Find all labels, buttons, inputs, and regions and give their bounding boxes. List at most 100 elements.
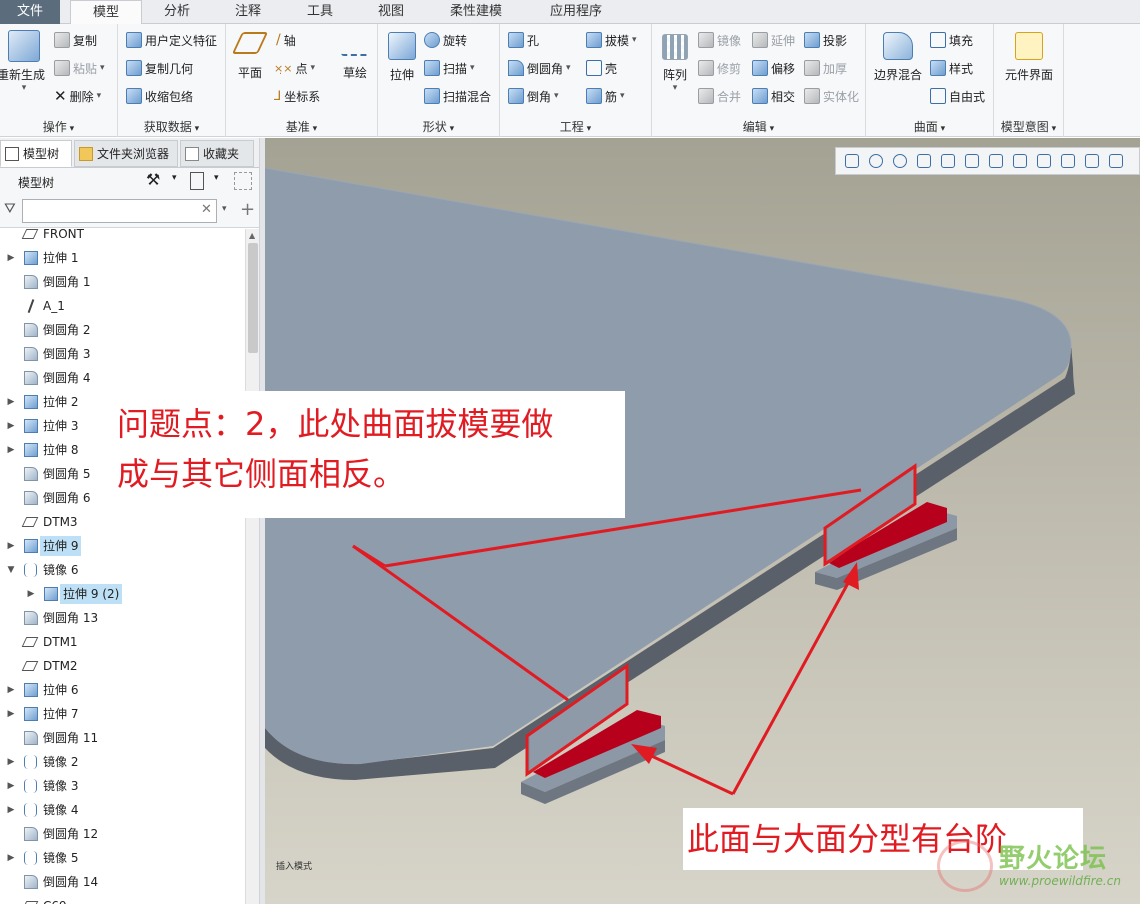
tab-annotate[interactable]: 注释 bbox=[212, 0, 284, 24]
tree-item[interactable]: ▶ 镜像 2 bbox=[0, 750, 245, 774]
tree-item[interactable]: 倒圆角 12 bbox=[0, 822, 245, 846]
tree-item[interactable]: ▶ 镜像 4 bbox=[0, 798, 245, 822]
tree-item[interactable]: 倒圆角 11 bbox=[0, 726, 245, 750]
tree-item[interactable]: 倒圆角 2 bbox=[0, 318, 245, 342]
tab-applications[interactable]: 应用程序 bbox=[526, 0, 626, 24]
swept-blend-button[interactable]: 扫描混合 bbox=[424, 86, 491, 106]
boundary-blend-button[interactable]: 边界混合 bbox=[870, 32, 926, 83]
group-label-shapes[interactable]: 形状 bbox=[378, 118, 499, 135]
tab-model-tree[interactable]: 模型树 bbox=[0, 140, 72, 167]
perspective-icon[interactable] bbox=[1010, 151, 1030, 171]
group-label-surfaces[interactable]: 曲面 bbox=[866, 118, 993, 135]
tree-item[interactable]: ▶ 拉伸 7 bbox=[0, 702, 245, 726]
group-label-operations[interactable]: 操作 bbox=[0, 118, 117, 135]
intersect-button[interactable]: 相交 bbox=[752, 86, 795, 106]
scrollbar-thumb[interactable] bbox=[248, 243, 258, 353]
tree-item[interactable]: 倒圆角 3 bbox=[0, 342, 245, 366]
style-button[interactable]: 样式 bbox=[930, 58, 973, 78]
show-icon[interactable] bbox=[190, 172, 204, 190]
model-tree-scrollbar[interactable]: ▲ bbox=[245, 229, 259, 904]
tree-item[interactable]: ▶ 镜像 5 bbox=[0, 846, 245, 870]
expand-icon[interactable]: ▶ bbox=[6, 846, 16, 870]
filter-dropdown-icon[interactable]: ▾ bbox=[222, 204, 227, 214]
tree-item[interactable]: A_1 bbox=[0, 294, 245, 318]
paste-button[interactable]: 粘贴 ▾ bbox=[54, 58, 105, 78]
shell-button[interactable]: 壳 bbox=[586, 58, 617, 78]
tree-item[interactable]: C69 bbox=[0, 894, 245, 904]
offset-button[interactable]: 偏移 bbox=[752, 58, 795, 78]
show-dropdown-icon[interactable]: ▾ bbox=[214, 173, 219, 183]
regenerate-button[interactable]: 重新生成 ▾ bbox=[0, 30, 48, 93]
expand-icon[interactable]: ▶ bbox=[6, 774, 16, 798]
udf-button[interactable]: 用户定义特征 bbox=[126, 30, 217, 50]
tab-favorites[interactable]: 收藏夹 bbox=[180, 140, 254, 167]
freestyle-button[interactable]: 自由式 bbox=[930, 86, 985, 106]
tree-filter-icon[interactable] bbox=[234, 172, 252, 190]
thicken-button[interactable]: 加厚 bbox=[804, 58, 847, 78]
copy-button[interactable]: 复制 bbox=[54, 30, 97, 50]
search-input[interactable] bbox=[22, 199, 217, 223]
component-interface-button[interactable]: 元件界面 bbox=[998, 32, 1060, 83]
tree-item[interactable]: 倒圆角 14 bbox=[0, 870, 245, 894]
scroll-up-icon[interactable]: ▲ bbox=[249, 231, 255, 240]
revolve-button[interactable]: 旋转 bbox=[424, 30, 467, 50]
spin-center-icon[interactable] bbox=[1106, 151, 1126, 171]
fill-button[interactable]: 填充 bbox=[930, 30, 973, 50]
tree-item[interactable]: ▶ 拉伸 1 bbox=[0, 246, 245, 270]
tree-item[interactable]: 倒圆角 13 bbox=[0, 606, 245, 630]
tab-tools[interactable]: 工具 bbox=[284, 0, 356, 24]
draft-button[interactable]: 拔模 ▾ bbox=[586, 30, 637, 50]
expand-icon[interactable]: ▶ bbox=[6, 678, 16, 702]
trim-button[interactable]: 修剪 bbox=[698, 58, 741, 78]
plane-button[interactable]: 平面 bbox=[230, 32, 270, 81]
extend-button[interactable]: 延伸 bbox=[752, 30, 795, 50]
hole-button[interactable]: 孔 bbox=[508, 30, 539, 50]
tree-item[interactable]: FRONT bbox=[0, 229, 245, 246]
extrude-button[interactable]: 拉伸 bbox=[384, 32, 420, 83]
expand-icon[interactable]: ▶ bbox=[6, 750, 16, 774]
tab-model[interactable]: 模型 bbox=[70, 0, 142, 25]
group-label-datum[interactable]: 基准 bbox=[226, 118, 377, 135]
expand-icon[interactable]: ▶ bbox=[6, 246, 16, 270]
expand-icon[interactable]: ▶ bbox=[26, 582, 36, 606]
tree-item[interactable]: 倒圆角 4 bbox=[0, 366, 245, 390]
tab-folder-browser[interactable]: 文件夹浏览器 bbox=[74, 140, 178, 167]
annotation-display-icon[interactable] bbox=[1082, 151, 1102, 171]
pattern-button[interactable]: 阵列 ▾ bbox=[658, 34, 692, 93]
expand-icon[interactable]: ▶ bbox=[6, 438, 16, 462]
repaint-icon[interactable] bbox=[914, 151, 934, 171]
sweep-button[interactable]: 扫描 ▾ bbox=[424, 58, 475, 78]
zoom-in-icon[interactable] bbox=[866, 151, 886, 171]
tree-item[interactable]: 倒圆角 1 bbox=[0, 270, 245, 294]
copy-geometry-button[interactable]: 复制几何 bbox=[126, 58, 193, 78]
graphics-viewport[interactable] bbox=[265, 138, 1140, 904]
rib-button[interactable]: 筋 ▾ bbox=[586, 86, 625, 106]
tab-flexible-modeling[interactable]: 柔性建模 bbox=[426, 0, 526, 24]
axis-button[interactable]: / 轴 bbox=[276, 30, 296, 50]
csys-button[interactable]: ⅃ 坐标系 bbox=[274, 86, 320, 106]
settings-dropdown-icon[interactable]: ▾ bbox=[172, 173, 177, 183]
tree-item[interactable]: DTM1 bbox=[0, 630, 245, 654]
refit-icon[interactable] bbox=[842, 151, 862, 171]
tree-item[interactable]: ▶ 镜像 3 bbox=[0, 774, 245, 798]
shrinkwrap-button[interactable]: 收缩包络 bbox=[126, 86, 193, 106]
expand-icon[interactable]: ▶ bbox=[6, 414, 16, 438]
point-button[interactable]: ×̣× 点 ▾ bbox=[274, 58, 315, 78]
add-icon[interactable]: + bbox=[240, 199, 255, 220]
tree-item[interactable]: ▼ 镜像 6 bbox=[0, 558, 245, 582]
group-label-model-intent[interactable]: 模型意图 bbox=[994, 118, 1063, 135]
round-button[interactable]: 倒圆角 ▾ bbox=[508, 58, 571, 78]
tab-analysis[interactable]: 分析 bbox=[142, 0, 212, 24]
group-label-engineering[interactable]: 工程 bbox=[500, 118, 651, 135]
collapse-icon[interactable]: ▼ bbox=[6, 558, 16, 582]
expand-icon[interactable]: ▶ bbox=[6, 798, 16, 822]
clear-icon[interactable]: ✕ bbox=[201, 202, 212, 217]
group-label-editing[interactable]: 编辑 bbox=[652, 118, 865, 135]
expand-icon[interactable]: ▶ bbox=[6, 390, 16, 414]
expand-icon[interactable]: ▶ bbox=[6, 702, 16, 726]
project-button[interactable]: 投影 bbox=[804, 30, 847, 50]
merge-button[interactable]: 合并 bbox=[698, 86, 741, 106]
chamfer-button[interactable]: 倒角 ▾ bbox=[508, 86, 559, 106]
tab-view[interactable]: 视图 bbox=[356, 0, 426, 24]
display-style-icon[interactable] bbox=[938, 151, 958, 171]
